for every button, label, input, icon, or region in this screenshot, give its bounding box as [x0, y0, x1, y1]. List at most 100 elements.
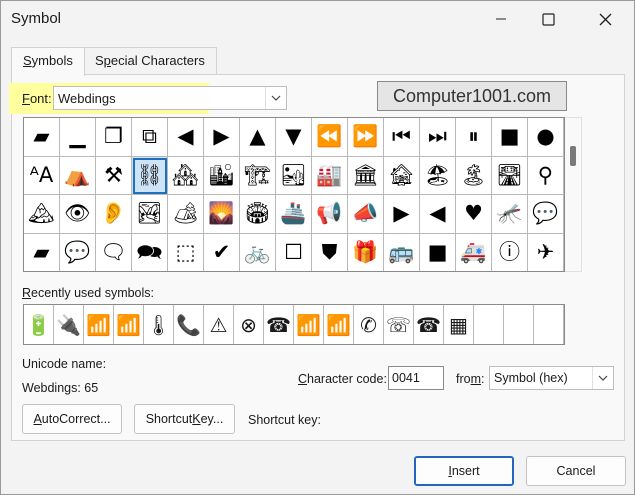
symbol-cell[interactable]: ▲: [240, 118, 276, 157]
tab-symbols[interactable]: Symbols: [11, 47, 85, 76]
close-button[interactable]: [582, 1, 628, 37]
symbol-cell[interactable]: ◀: [420, 195, 456, 234]
symbol-cell[interactable]: ♥: [456, 195, 492, 234]
symbol-cell[interactable]: ◀: [168, 118, 204, 157]
recent-symbol-cell[interactable]: 🌡: [144, 305, 174, 344]
unicode-name-value: Webdings: 65: [22, 381, 99, 395]
recent-symbol-cell[interactable]: ▦: [444, 305, 474, 344]
symbol-cell[interactable]: 🗨: [96, 233, 132, 271]
symbol-cell[interactable]: ▰: [24, 233, 60, 271]
symbol-cell[interactable]: 🏗: [240, 156, 276, 195]
autocorrect-button[interactable]: AutoCorrect...: [22, 404, 122, 434]
symbol-cell[interactable]: ●: [528, 118, 564, 157]
symbol-cell[interactable]: 💬: [528, 195, 564, 234]
close-icon: [599, 13, 611, 25]
recent-symbol-cell[interactable]: [534, 305, 564, 344]
tab-special-characters[interactable]: Special Characters: [83, 47, 217, 74]
symbol-cell[interactable]: ⧉: [132, 118, 168, 157]
symbol-cell[interactable]: 🚲: [240, 233, 276, 271]
maximize-icon: [541, 12, 555, 26]
recent-symbol-cell[interactable]: ☎: [414, 305, 444, 344]
symbol-cell[interactable]: ⛊: [312, 233, 348, 271]
scrollbar-thumb[interactable]: [570, 146, 576, 166]
recent-symbol-cell[interactable]: ☏: [384, 305, 414, 344]
symbol-cell[interactable]: 📣: [348, 195, 384, 234]
symbol-cell[interactable]: 🏔: [24, 195, 60, 234]
symbol-cell[interactable]: ■: [492, 118, 528, 157]
symbol-cell[interactable]: 📢: [312, 195, 348, 234]
recent-symbol-cell[interactable]: 📶: [114, 305, 144, 344]
symbol-cell[interactable]: 🏙: [204, 156, 240, 195]
symbol-cell[interactable]: 🏭: [312, 156, 348, 195]
recent-symbol-cell[interactable]: ☎: [264, 305, 294, 344]
symbol-cell[interactable]: 🏜: [276, 156, 312, 195]
symbol-cell[interactable]: ■: [420, 233, 456, 271]
insert-label: nsert: [451, 464, 480, 478]
character-code-input[interactable]: 0041: [388, 366, 444, 390]
symbol-cell[interactable]: 🏝: [456, 156, 492, 195]
recent-symbol-cell[interactable]: 🔌: [54, 305, 84, 344]
symbol-cell[interactable]: ⚲: [528, 156, 564, 195]
symbol-cell[interactable]: ▶: [384, 195, 420, 234]
recent-symbol-cell[interactable]: 📶: [294, 305, 324, 344]
symbol-cell[interactable]: 🎁: [348, 233, 384, 271]
symbol-cell[interactable]: 🛣: [492, 156, 528, 195]
symbol-cell[interactable]: ❐: [96, 118, 132, 157]
symbol-cell[interactable]: 🏛: [348, 156, 384, 195]
shortcut-key-label: ey...: [200, 412, 224, 426]
from-select[interactable]: Symbol (hex): [489, 366, 614, 390]
symbol-cell[interactable]: ▰: [24, 118, 60, 157]
symbol-cell[interactable]: ⛓: [132, 156, 168, 195]
recent-symbol-cell[interactable]: ⊗: [234, 305, 264, 344]
symbol-cell[interactable]: ⏭: [420, 118, 456, 157]
minimize-button[interactable]: [478, 1, 524, 37]
symbol-cell[interactable]: ✈: [528, 233, 564, 271]
recent-symbol-cell[interactable]: 📶: [84, 305, 114, 344]
symbol-grid-scrollbar[interactable]: [565, 117, 582, 272]
symbol-cell[interactable]: ⓘ: [492, 233, 528, 271]
symbol-cell[interactable]: ☐: [276, 233, 312, 271]
recent-symbol-cell[interactable]: 📞: [174, 305, 204, 344]
recent-symbol-cell[interactable]: 🔋: [24, 305, 54, 344]
symbol-cell[interactable]: 🏞: [132, 195, 168, 234]
symbol-cell[interactable]: ⛺: [60, 156, 96, 195]
symbol-cell[interactable]: 👂: [96, 195, 132, 234]
symbol-cell[interactable]: 🏖: [420, 156, 456, 195]
symbol-cell[interactable]: 🦟: [492, 195, 528, 234]
symbol-cell[interactable]: ▼: [276, 118, 312, 157]
recent-symbol-cell[interactable]: [504, 305, 534, 344]
recent-symbols-grid[interactable]: 🔋 🔌 📶 📶 🌡 📞 ⚠ ⊗ ☎ 📶 📶 ✆ ☏ ☎ ▦: [23, 304, 565, 345]
symbol-cell[interactable]: 🏟: [240, 195, 276, 234]
symbol-cell[interactable]: ▶: [204, 118, 240, 157]
symbol-cell[interactable]: 🚢: [276, 195, 312, 234]
recent-symbol-cell[interactable]: ✆: [354, 305, 384, 344]
symbol-cell[interactable]: ✔: [204, 233, 240, 271]
symbol-cell[interactable]: ᴬA: [24, 156, 60, 195]
symbol-cell[interactable]: 👁: [60, 195, 96, 234]
symbol-cell[interactable]: 🚑: [456, 233, 492, 271]
symbol-cell[interactable]: 💬: [60, 233, 96, 271]
symbol-cell[interactable]: ⏪: [312, 118, 348, 157]
recent-symbol-cell[interactable]: 📶: [324, 305, 354, 344]
symbol-cell[interactable]: 🗪: [132, 233, 168, 271]
symbol-grid[interactable]: ▰ ▁ ❐ ⧉ ◀ ▶ ▲ ▼ ⏪ ⏩ ⏮ ⏭ ⏸ ■ ● ᴬA ⛺ ⚒ ⛓ 🏘 🏙 🏗 🏜 🏭 🏛 🏚 🏖 🏝 🛣 ⚲ 🏔 👁 👂 🏞 🏕 🌄 🏟 🚢 📢…: [23, 117, 565, 272]
symbol-cell[interactable]: ⚒: [96, 156, 132, 195]
symbol-cell[interactable]: ⏮: [384, 118, 420, 157]
symbol-cell[interactable]: 🌄: [204, 195, 240, 234]
symbol-cell[interactable]: ⏸: [456, 118, 492, 157]
recent-symbol-cell[interactable]: ⚠: [204, 305, 234, 344]
symbol-cell[interactable]: ⬚: [168, 233, 204, 271]
recent-symbol-cell[interactable]: [474, 305, 504, 344]
insert-button[interactable]: Insert: [414, 456, 514, 486]
symbol-cell[interactable]: 🏚: [384, 156, 420, 195]
symbol-cell[interactable]: 🏕: [168, 195, 204, 234]
cancel-button[interactable]: Cancel: [526, 456, 626, 486]
symbol-cell[interactable]: ⏩: [348, 118, 384, 157]
font-select[interactable]: Webdings: [53, 86, 287, 110]
symbol-cell[interactable]: 🏘: [168, 156, 204, 195]
symbol-cell[interactable]: 🚌: [384, 233, 420, 271]
symbol-cell[interactable]: ▁: [60, 118, 96, 157]
maximize-button[interactable]: [525, 1, 571, 37]
tab-special-label: ecial Characters: [110, 53, 205, 68]
shortcut-key-button[interactable]: Shortcut Key...: [134, 404, 235, 434]
